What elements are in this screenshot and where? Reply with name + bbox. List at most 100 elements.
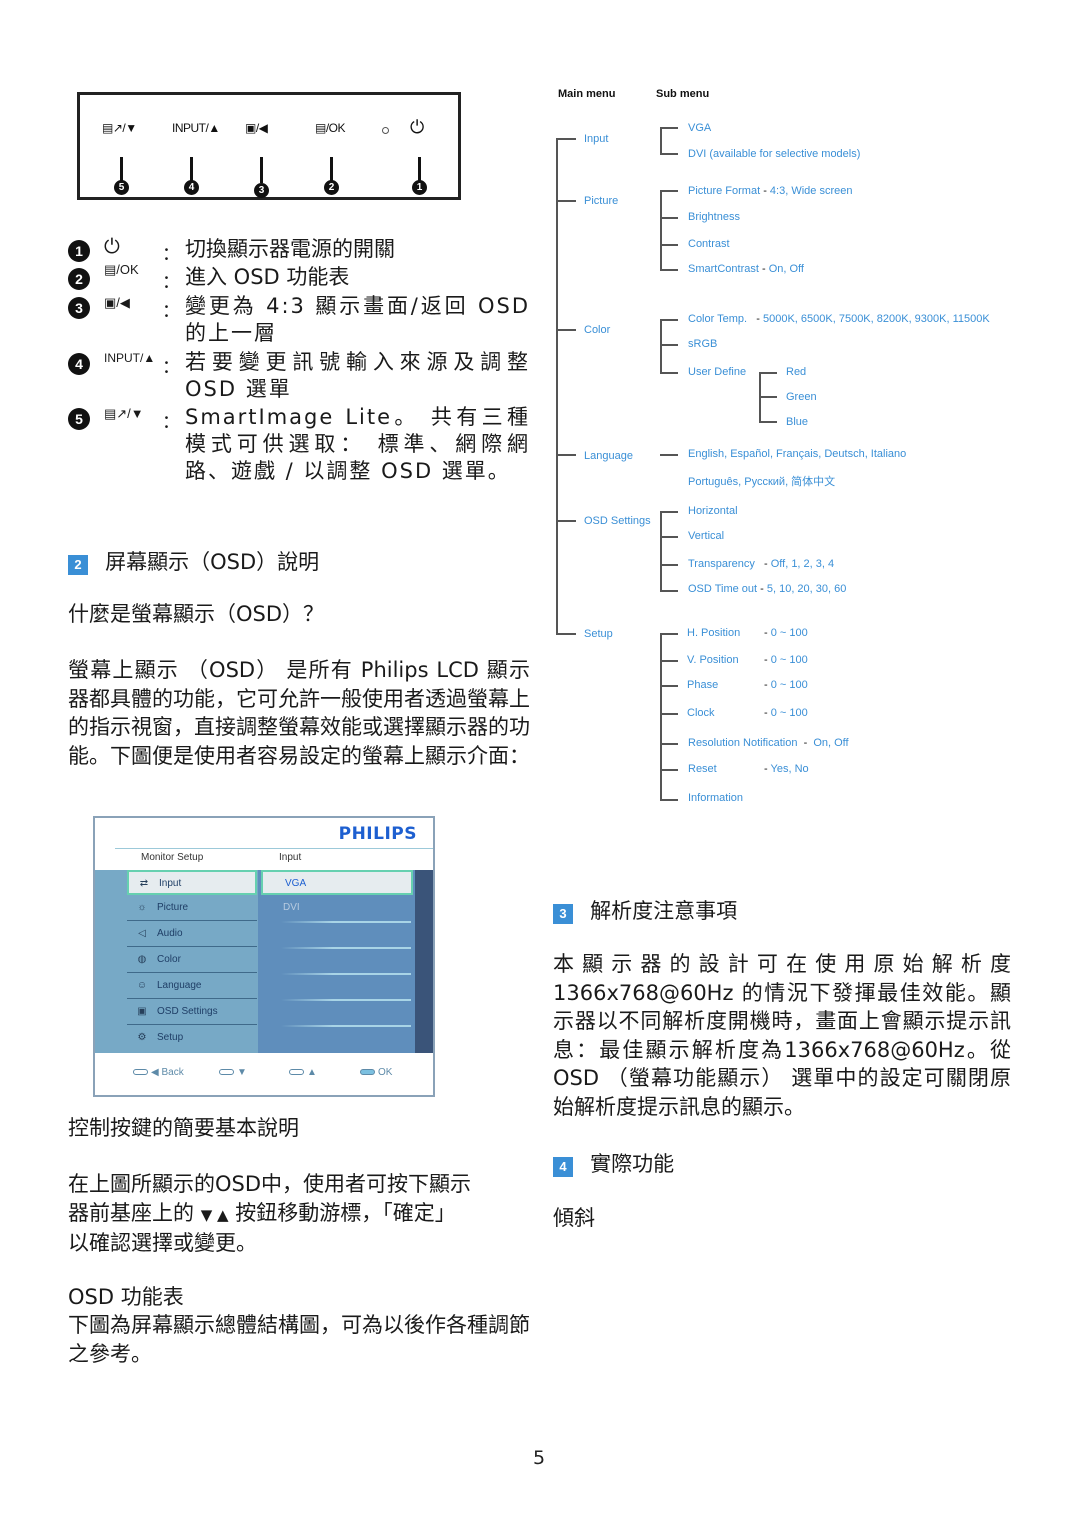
button-icon: [219, 1069, 234, 1076]
text-line: 在上圖所顯示的OSD中，使用者可按下顯示: [68, 1172, 472, 1196]
tree-main-input: Input: [584, 133, 609, 145]
callout-number: 4: [184, 180, 199, 195]
tree-sub-picture-format: Picture Format - 4:3, Wide screen: [688, 185, 852, 197]
tree-line: [660, 633, 678, 635]
tree-sub-vertical: Vertical: [688, 530, 725, 542]
callout-number: 5: [114, 180, 129, 195]
osd-menu-item-language[interactable]: ☺ Language: [127, 974, 257, 999]
tree-line: [660, 190, 662, 269]
tree-line: [660, 244, 678, 246]
resolution-notice: 本顯示器的設計可在使用原始解析度 1366x768@60Hz 的情況下發揮最佳效…: [553, 952, 1011, 1119]
tree-line: [556, 329, 576, 331]
item-name: Picture Format: [688, 185, 761, 197]
osd-menu-label: Setup: [157, 1032, 184, 1043]
button-icon: [133, 1069, 148, 1076]
power-icon: ⏻: [410, 117, 424, 137]
item-name: SmartContrast: [688, 263, 759, 275]
tree-line: [556, 520, 576, 522]
tree-sub-blue: Blue: [786, 416, 809, 428]
tree-line: [660, 319, 678, 321]
tree-sub-languages-1: English, Español, Français, Deutsch, Ita…: [688, 448, 907, 460]
osd-submenu-item-vga[interactable]: VGA: [261, 870, 413, 895]
osd-ok-hint: OK: [360, 1067, 392, 1078]
tree-line: [556, 138, 576, 140]
tree-line: [660, 633, 662, 799]
tree-line: [556, 454, 576, 456]
section-title: 屏幕顯示（OSD）說明: [105, 550, 320, 574]
item-name: Resolution Notification: [688, 737, 798, 749]
separator: -: [754, 558, 771, 570]
tree-sub-osd-timeout: OSD Time out - 5, 10, 20, 30, 60: [688, 583, 846, 595]
tree-line: [660, 743, 678, 745]
item-values: Off, 1, 2, 3, 4: [770, 558, 835, 570]
tree-sub-clock: Clock: [687, 707, 715, 719]
tree-sub-languages-2: Português, Русский, 简体中文: [688, 476, 836, 488]
osd-scrollbar[interactable]: [415, 870, 433, 1053]
smartimage-down-icon: ▤↗/▼: [104, 406, 144, 421]
text-line: 以確認選擇或變更。: [68, 1231, 257, 1255]
item-name: Color Temp.: [688, 313, 748, 325]
tree-line: [660, 590, 678, 592]
item-name: Transparency: [688, 558, 755, 570]
section-3-heading: 3 解析度注意事項: [553, 895, 737, 925]
osd-menu-label: Input: [159, 878, 182, 889]
philips-logo: PHILIPS: [338, 824, 417, 844]
osd-menu-item-osd-settings[interactable]: ▣ OSD Settings: [127, 1000, 257, 1025]
tree-sub-h-position-range: - 0 ~ 100: [764, 627, 808, 639]
tree-line: [660, 660, 678, 662]
tree-line: [660, 127, 678, 129]
item-name: OSD Time out: [688, 583, 758, 595]
osd-header-main: Monitor Setup: [141, 852, 204, 863]
tree-line: [660, 511, 662, 590]
osd-menu-item-audio[interactable]: ◁ Audio: [127, 922, 257, 947]
tree-sub-red: Red: [786, 366, 807, 378]
osd-back-hint: ◀ Back: [133, 1067, 184, 1078]
osd-menu-body: ⇄ Input ☼ Picture ◁ Audio ◍ Color ☺ Lang…: [95, 870, 433, 1053]
input-up-icon: INPUT/▲: [104, 351, 156, 365]
monitor-button-panel: ▤↗/▼ INPUT/▲ ▣/◀ ▤/OK ⏻ 5 4 3 2 1: [77, 92, 461, 200]
osd-submenu-item-dvi[interactable]: DVI: [261, 896, 413, 921]
tree-line: [660, 454, 678, 456]
tree-sub-phase: Phase: [687, 679, 719, 691]
tree-line: [660, 564, 678, 566]
separator: -: [764, 707, 771, 719]
tree-sub-h-position: H. Position: [687, 627, 741, 639]
controls-title: 控制按鍵的簡要基本說明: [68, 1116, 299, 1140]
item-values: 0 ~ 100: [770, 679, 808, 691]
osd-menu-item-setup[interactable]: ⚙ Setup: [127, 1026, 257, 1051]
item-values: On, Off: [813, 737, 849, 749]
tree-line: [660, 190, 678, 192]
osd-menu-item-picture[interactable]: ☼ Picture: [127, 896, 257, 921]
sub-menu-header: Sub menu: [656, 88, 710, 100]
tree-sub-v-position: V. Position: [687, 654, 739, 666]
input-icon: ⇄: [139, 878, 149, 889]
separator: -: [760, 185, 770, 197]
osd-question: 什麼是螢幕顯示（OSD）？: [68, 602, 325, 626]
item-values: 4:3, Wide screen: [769, 185, 853, 197]
osd-menu-item-color[interactable]: ◍ Color: [127, 948, 257, 973]
osd-table-description: 下圖為屏幕顯示總體結構圖，可為以後作各種調節之參考。: [68, 1313, 530, 1366]
tree-sub-horizontal: Horizontal: [688, 505, 738, 517]
item-values: On, Off: [768, 263, 804, 275]
section-title: 實際功能: [590, 1152, 675, 1176]
aspect-left-icon: ▣/◀: [104, 295, 130, 310]
osd-settings-icon: ▣: [137, 1006, 147, 1017]
tree-sub-vga: VGA: [688, 122, 712, 134]
osd-menu-item-input[interactable]: ⇄ Input: [127, 870, 257, 895]
tree-sub-srgb: sRGB: [688, 338, 718, 350]
aspect-left-button-label: ▣/◀: [245, 121, 268, 135]
text: 按鈕移動游標，「確定」: [235, 1200, 456, 1225]
tree-line: [660, 344, 678, 346]
tree-line: [660, 319, 662, 372]
picture-icon: ☼: [137, 902, 147, 913]
osd-menu-tree: Main menu Sub menu Input Picture Color L…: [550, 80, 1050, 820]
divider: [281, 947, 411, 949]
tree-sub-user-define: User Define: [688, 366, 747, 378]
hint-label: Back: [161, 1067, 184, 1078]
tree-line: [759, 421, 777, 423]
tree-sub-contrast: Contrast: [688, 238, 730, 250]
separator: -: [797, 737, 814, 749]
osd-description: 螢幕上顯示 （OSD） 是所有 Philips LCD 顯示器都具體的功能，它可…: [68, 658, 530, 768]
color-icon: ◍: [137, 954, 147, 965]
tree-line: [660, 685, 678, 687]
